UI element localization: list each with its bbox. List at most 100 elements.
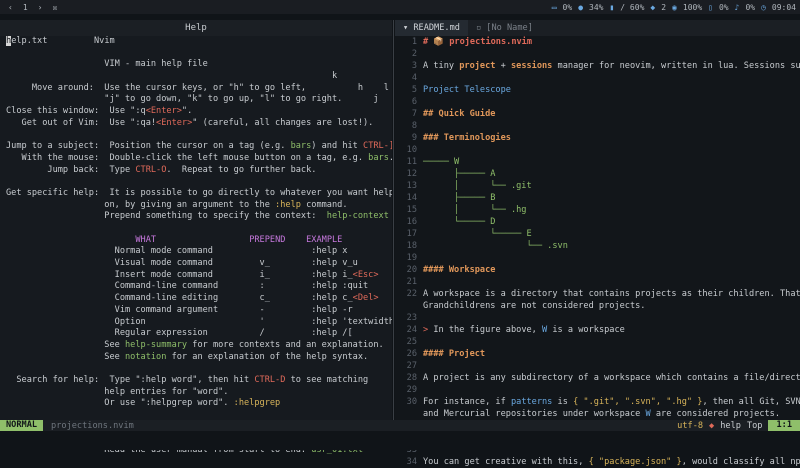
editor-line: 13 │ └── .git [395,180,800,192]
line-text: For instance, if patterns is { ".git", "… [423,396,800,408]
text-span: , then all Git, SVN, [702,397,800,407]
line-text: └───── E [423,228,532,240]
help-text-span: PREPEND [249,234,286,245]
help-line: "j" to go down, "k" to go up, "l" to go … [6,94,392,106]
help-text-span: CTRL-D [254,374,286,385]
help-text-span: <Esc> [352,269,379,280]
status-position: 1:1 [768,420,800,431]
help-line: Command-line command : :help :quit [6,281,392,293]
text-span: # [423,37,434,47]
text-span: You can get creative with this, [423,457,589,467]
status-line: NORMAL projections.nvim utf-8 ◆ help Top… [0,420,800,431]
help-text-span: See [6,339,125,350]
line-text: > In the figure above, W is a workspace [423,324,625,336]
text-span: is [552,397,574,407]
help-text-span[interactable]: notation [125,352,166,362]
line-number: 5 [411,85,417,95]
command-line[interactable] [0,431,800,450]
line-text: ───── W [423,156,459,168]
system-status: ▭ 0% ● 34% ▮ / 60% ◆ 2 ◉ 100% ▯ 0% ♪ 0% ◷ 09:04 [552,0,796,14]
help-text-span: k [6,71,338,82]
laptop-icon: ▭ [551,2,557,12]
line-number: 4 [411,73,417,83]
editor-line: 17 └───── E [395,228,800,240]
help-line: See notation for an explanation of the h… [6,352,392,364]
text-span: └── .svn [423,241,568,251]
text-span: sessions [510,61,553,71]
text-span[interactable]: patterns [511,397,552,407]
line-number: 14 [406,193,417,203]
line-number: 26 [406,349,417,359]
help-text-span: Regular expression / :help /[ [6,328,353,339]
help-text-span: CTRL-] [363,141,392,152]
text-span: #### Project [423,349,486,359]
text-span: A project is any subdirectory of a works… [423,373,800,383]
help-pane[interactable]: Help help.txt Nvim VIM - main help file … [0,20,392,455]
help-text-span: WHAT [135,234,157,245]
buffer-tab[interactable]: ▾ README.md [395,20,468,36]
workspace-current[interactable]: 1 [21,3,30,12]
mode-indicator: NORMAL [0,420,44,431]
editor-line: 18 └── .svn [395,240,800,252]
status-value: 09:04 [771,2,796,12]
help-line [6,130,392,142]
help-text-span: for more contexts and an explanation. [187,339,384,350]
memory-icon: ▮ [609,2,615,12]
editor-line: and Mercurial repositories under workspa… [395,408,800,420]
help-text-span: Jump to a subject: Position the cursor o… [6,141,291,152]
line-text: ## Quick Guide [423,108,495,120]
help-text-span: Get out of Vim: Use ":qa! [6,117,157,128]
line-text: Project Telescope [423,84,511,96]
editor-line: 22 A workspace is a directory that contai… [395,288,800,300]
help-text-span[interactable]: bars [368,153,389,163]
status-filename: projections.nvim [51,420,134,431]
editor-line: 9 ### Terminologies [395,132,800,144]
buffer-tab-label: [No Name] [486,23,533,33]
pane-divider[interactable] [393,20,394,420]
help-text-span[interactable]: help-context [327,211,389,221]
help-text-span[interactable]: help-summary [125,340,187,350]
line-text: ├───── B [423,192,495,204]
workspace-prev-button[interactable]: ‹ [6,3,15,12]
status-value: 0% [562,2,573,12]
line-number: 12 [406,169,417,179]
help-line: Jump to a subject: Position the cursor o… [6,141,392,153]
line-text: # 📦 projections.nvim [423,36,532,48]
help-line: Or use ":helpgrep word". :helpgrep [6,398,392,410]
help-text-span: With the mouse: Double-click the left mo… [6,152,369,163]
text-span: ├───── A [423,169,496,179]
help-line: Normal mode command :help x [6,246,392,258]
line-number: 19 [406,253,417,263]
line-number: 11 [406,157,417,167]
help-text-span[interactable]: bars [291,141,312,151]
editor-line: 2 [395,48,800,60]
help-text-span: Insert mode command i_ :help i_ [6,269,353,280]
help-pane-title: Help [0,20,392,36]
text-span: A workspace is a directory that contains… [423,289,800,299]
line-text: A workspace is a directory that contains… [423,288,800,300]
text-span: { "package.json" } [588,457,682,467]
text-span: └───── E [423,229,532,239]
volume-icon: ♪ [734,2,740,12]
battery-icon: ▯ [708,2,713,12]
help-line: WHAT PREPEND EXAMPLE [6,235,392,247]
editor-text[interactable]: 1 # 📦 projections.nvim 2 3 A tiny project + … [395,36,800,468]
help-text-span: :help [275,199,301,210]
status-value: 0% [718,2,729,12]
help-line: Insert mode command i_ :help i_<Esc> [6,270,392,282]
editor-pane[interactable]: ▾ README.md ▫ [No Name] 1 # 📦 projections.… [395,20,800,467]
help-text-span: Normal mode command :help x [6,246,348,257]
editor-line: 30 For instance, if patterns is { ".git",… [395,396,800,408]
help-text-span: help entries for "word". [6,386,229,397]
buffer-tab[interactable]: ▫ [No Name] [468,20,541,36]
line-number: 1 [411,37,417,47]
line-number: 29 [406,385,417,395]
workspace-next-button[interactable]: › [36,3,45,12]
help-line: With the mouse: Double-click the left mo… [6,153,392,165]
help-text-span: See [6,351,125,362]
help-text[interactable]: help.txt Nvim VIM - main help file k Mov… [0,36,392,457]
help-line: Close this window: Use ":q<Enter>". [6,106,392,118]
text-span: │ └── .git [423,181,532,191]
help-line: Move around: Use the cursor keys, or "h"… [6,83,392,95]
text-span[interactable]: Project Telescope [423,85,511,95]
